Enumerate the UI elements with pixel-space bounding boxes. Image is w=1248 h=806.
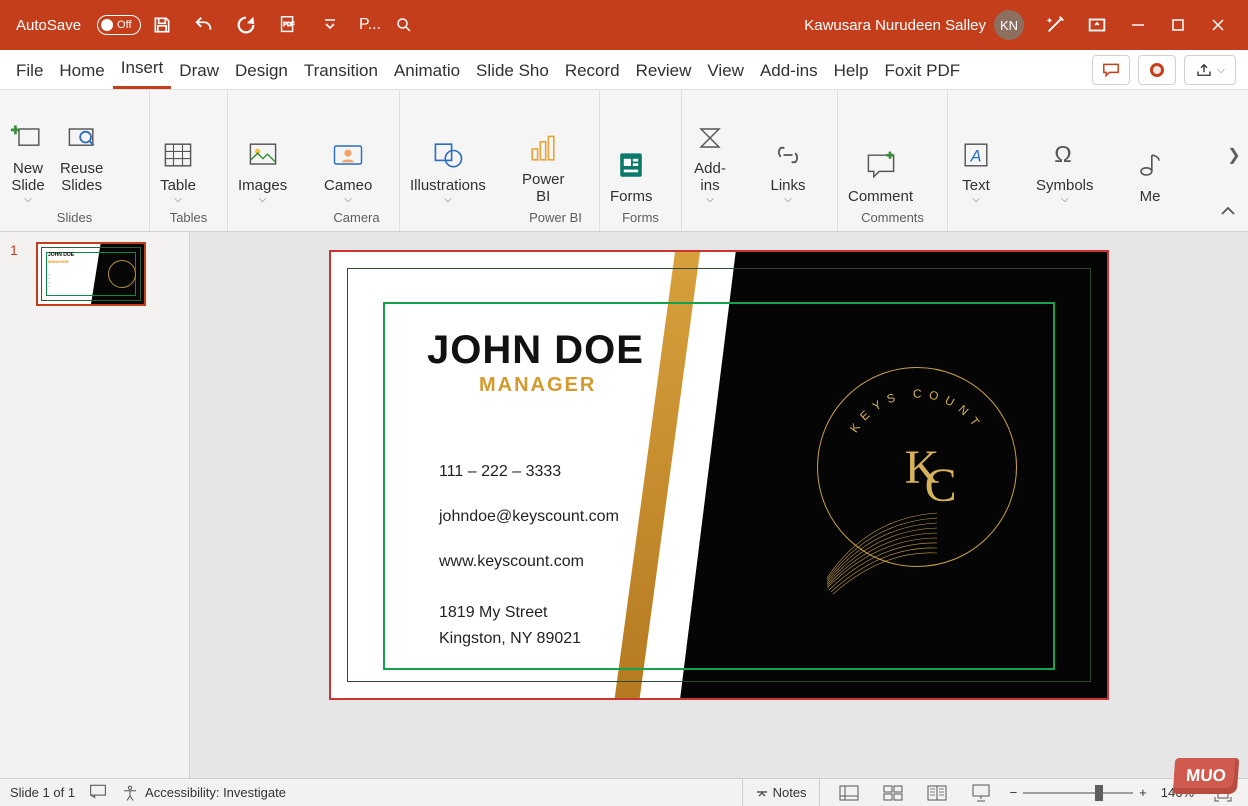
normal-view-icon[interactable] bbox=[834, 782, 864, 804]
tab-help[interactable]: Help bbox=[826, 51, 877, 89]
text-button[interactable]: A Text⌵ bbox=[952, 131, 1000, 207]
slide-canvas[interactable]: JOHN DOE MANAGER 111 – 222 – 3333 johndo… bbox=[190, 232, 1248, 778]
power-bi-button[interactable]: Power BI bbox=[516, 125, 571, 208]
tab-view[interactable]: View bbox=[699, 51, 752, 89]
minimize-button[interactable] bbox=[1118, 5, 1158, 45]
ribbon-scroll-right-icon[interactable]: ❯ bbox=[1224, 140, 1244, 170]
tab-draw[interactable]: Draw bbox=[171, 51, 227, 89]
reuse-slides-button[interactable]: Reuse Slides bbox=[54, 114, 109, 208]
new-slide-button[interactable]: New Slide⌵ bbox=[4, 114, 52, 208]
close-button[interactable] bbox=[1198, 5, 1238, 45]
card-email: johndoe@keyscount.com bbox=[439, 495, 619, 540]
links-button[interactable]: Links⌵ bbox=[764, 131, 812, 207]
slide-thumbnail-1[interactable]: JOHN DOE MANAGER ———— bbox=[36, 242, 146, 306]
slide-sorter-icon[interactable] bbox=[878, 782, 908, 804]
search-icon[interactable] bbox=[391, 12, 417, 38]
zoom-in-icon[interactable]: + bbox=[1139, 785, 1147, 800]
slide-position: Slide 1 of 1 bbox=[10, 785, 75, 800]
tab-animation[interactable]: Animatio bbox=[386, 51, 468, 89]
group-camera: Camera bbox=[318, 207, 395, 229]
ribbon-tabs: File Home Insert Draw Design Transition … bbox=[0, 50, 1248, 90]
tab-record[interactable]: Record bbox=[557, 51, 628, 89]
cameo-button[interactable]: Cameo⌵ bbox=[318, 131, 378, 207]
card-web: www.keyscount.com bbox=[439, 540, 619, 585]
images-button[interactable]: Images⌵ bbox=[232, 131, 293, 207]
table-button[interactable]: Table⌵ bbox=[154, 131, 202, 207]
card-name[interactable]: JOHN DOE bbox=[427, 328, 644, 373]
magic-icon[interactable] bbox=[1040, 10, 1070, 40]
group-comments: Comments bbox=[842, 207, 943, 229]
tab-addins[interactable]: Add-ins bbox=[752, 51, 826, 89]
tab-design[interactable]: Design bbox=[227, 51, 296, 89]
user-name-label[interactable]: Kawusara Nurudeen Salley bbox=[804, 17, 986, 34]
slide-1[interactable]: JOHN DOE MANAGER 111 – 222 – 3333 johndo… bbox=[329, 250, 1109, 700]
collapse-ribbon-icon[interactable] bbox=[1216, 199, 1240, 223]
comments-pane-toggle[interactable] bbox=[1092, 55, 1130, 85]
card-role[interactable]: MANAGER bbox=[479, 374, 596, 397]
thumbnail-pane[interactable]: 1 JOHN DOE MANAGER ———— bbox=[0, 232, 190, 778]
language-icon[interactable] bbox=[89, 783, 107, 802]
export-pdf-icon[interactable]: PDF bbox=[273, 10, 303, 40]
reading-view-icon[interactable] bbox=[922, 782, 952, 804]
group-slides: Slides bbox=[4, 207, 145, 229]
svg-text:Ω: Ω bbox=[1054, 141, 1072, 167]
add-ins-button[interactable]: Add- ins⌵ bbox=[686, 114, 734, 208]
group-powerbi: Power BI bbox=[516, 207, 595, 229]
group-forms: Forms bbox=[604, 207, 677, 229]
undo-icon[interactable] bbox=[189, 10, 219, 40]
quickaccess-dropdown-icon[interactable] bbox=[315, 10, 345, 40]
illustrations-button[interactable]: Illustrations⌵ bbox=[404, 131, 492, 207]
tab-home[interactable]: Home bbox=[51, 51, 112, 89]
svg-text:KEYS COUNT: KEYS COUNT bbox=[847, 386, 986, 435]
muo-watermark: MUO bbox=[1173, 758, 1240, 794]
redo-icon[interactable] bbox=[231, 10, 261, 40]
svg-text:A: A bbox=[970, 147, 982, 165]
document-title[interactable]: P... bbox=[359, 16, 381, 34]
card-phone: 111 – 222 – 3333 bbox=[439, 450, 619, 495]
logo-initials: K bbox=[905, 440, 930, 495]
card-address-2: Kingston, NY 89021 bbox=[439, 626, 619, 652]
status-bar: Slide 1 of 1 Accessibility: Investigate … bbox=[0, 778, 1248, 806]
card-info[interactable]: 111 – 222 – 3333 johndoe@keyscount.com w… bbox=[439, 450, 619, 652]
maximize-button[interactable] bbox=[1158, 5, 1198, 45]
notes-toggle[interactable]: Notes bbox=[742, 779, 820, 806]
tab-foxit[interactable]: Foxit PDF bbox=[877, 51, 969, 89]
forms-button[interactable]: Forms bbox=[604, 142, 659, 207]
group-tables: Tables bbox=[154, 207, 223, 229]
share-button[interactable]: ⌵ bbox=[1184, 55, 1236, 85]
ribbon: New Slide⌵ Reuse Slides Slides Table⌵ Ta… bbox=[0, 90, 1248, 232]
logo-swirl-icon bbox=[827, 508, 947, 598]
zoom-slider[interactable]: − + bbox=[1010, 785, 1147, 800]
workspace: 1 JOHN DOE MANAGER ———— JOHN DOE MANAGER bbox=[0, 232, 1248, 778]
zoom-out-icon[interactable]: − bbox=[1010, 785, 1018, 800]
autosave-toggle[interactable]: Off bbox=[97, 15, 141, 35]
avatar[interactable]: KN bbox=[994, 10, 1024, 40]
tab-review[interactable]: Review bbox=[628, 51, 700, 89]
save-icon[interactable] bbox=[147, 10, 177, 40]
accessibility-button[interactable]: Accessibility: Investigate bbox=[121, 784, 286, 802]
card-address-1: 1819 My Street bbox=[439, 600, 619, 626]
tab-insert[interactable]: Insert bbox=[113, 48, 172, 89]
tab-file[interactable]: File bbox=[8, 51, 51, 89]
window-mode-icon[interactable] bbox=[1082, 10, 1112, 40]
autosave-label: AutoSave bbox=[16, 17, 81, 34]
media-button[interactable]: Me bbox=[1126, 142, 1174, 207]
tab-slideshow[interactable]: Slide Sho bbox=[468, 51, 557, 89]
autosave-off-text: Off bbox=[117, 19, 131, 31]
record-button[interactable] bbox=[1138, 55, 1176, 85]
tab-transition[interactable]: Transition bbox=[296, 51, 386, 89]
svg-text:PDF: PDF bbox=[283, 22, 295, 28]
symbols-button[interactable]: Ω Symbols⌵ bbox=[1030, 131, 1100, 207]
comment-button[interactable]: Comment bbox=[842, 142, 919, 207]
slideshow-view-icon[interactable] bbox=[966, 782, 996, 804]
thumbnail-number: 1 bbox=[10, 242, 18, 258]
title-bar: AutoSave Off PDF P... Kawusara Nurudeen … bbox=[0, 0, 1248, 50]
